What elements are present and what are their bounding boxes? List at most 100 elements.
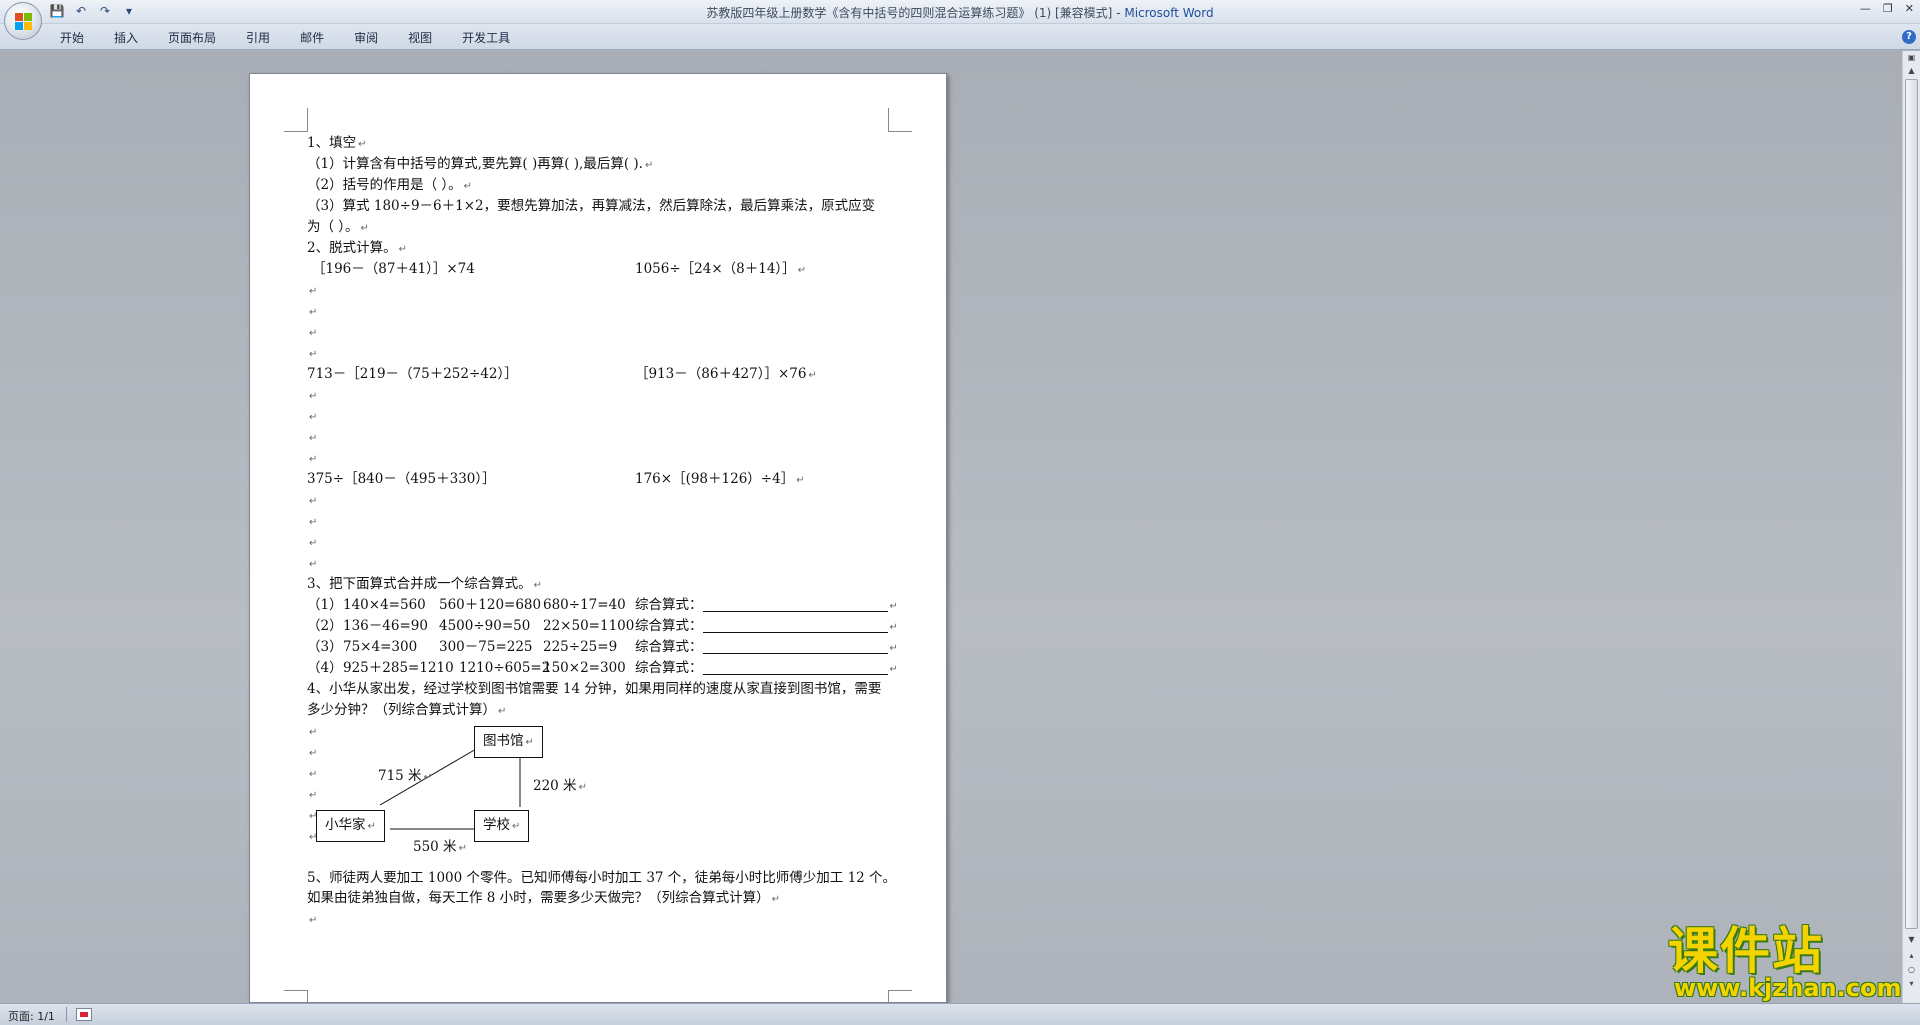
redo-icon[interactable]: ↷	[96, 3, 114, 19]
paragraph-mark: ↵	[309, 538, 318, 549]
q2-expression-1a: ［196－（87＋41）］×74	[312, 259, 475, 279]
quick-access-toolbar: 💾 ↶ ↷ ▾	[48, 3, 138, 19]
tab-review[interactable]: 审阅	[354, 29, 378, 46]
scrollbar-thumb[interactable]	[1905, 79, 1918, 929]
equation-b: 560＋120=680	[439, 597, 542, 613]
combined-formula-field[interactable]: 综合算式： ↵	[635, 658, 898, 680]
empty-paragraph: ↵	[307, 385, 317, 407]
expression-text: 176×［(98＋126）÷4］	[635, 471, 795, 487]
page-count[interactable]: 页面: 1/1	[8, 1008, 55, 1024]
q1-line4: 为（ ）。 ↵	[307, 217, 369, 239]
distance-school-library: 220 米 ↵	[533, 774, 587, 794]
home-box: 小华家 ↵	[316, 810, 385, 842]
watermark-text: 课件站	[1668, 922, 1824, 980]
row-number: （4）	[307, 660, 343, 676]
customize-qat-icon[interactable]: ▾	[120, 3, 138, 19]
restore-icon[interactable]: ❐	[1883, 2, 1893, 15]
paragraph-mark: ↵	[797, 265, 807, 276]
tab-view[interactable]: 视图	[408, 29, 432, 46]
q5-line1-text: 5、师徒两人要加工 1000 个零件。已知师傅每小时加工 37 个，徒弟每小时比…	[307, 870, 897, 886]
office-button[interactable]	[4, 2, 42, 40]
row-number: （2）	[307, 618, 343, 634]
tab-home[interactable]: 开始	[60, 29, 84, 46]
tab-page-layout[interactable]: 页面布局	[168, 29, 216, 46]
title-separator: -	[1112, 6, 1125, 20]
previous-page-icon[interactable]: ▴	[1905, 951, 1918, 963]
school-box: 学校 ↵	[474, 810, 530, 842]
paragraph-mark: ↵	[423, 772, 432, 783]
paragraph-mark: ↵	[889, 601, 898, 612]
empty-paragraph: ↵	[307, 448, 317, 470]
answer-blank[interactable]	[702, 600, 888, 612]
close-icon[interactable]: ✕	[1905, 2, 1914, 15]
proofing-icon[interactable]	[76, 1008, 92, 1021]
empty-paragraph: ↵	[307, 490, 317, 512]
undo-icon[interactable]: ↶	[72, 3, 90, 19]
paragraph-mark: ↵	[309, 559, 318, 570]
paragraph-mark: ↵	[578, 782, 587, 793]
empty-paragraph: ↵	[307, 301, 317, 323]
equation-b: 300－75=225	[439, 639, 533, 655]
paragraph-mark: ↵	[309, 517, 318, 528]
equation-c: 150×2=300	[543, 660, 626, 676]
watermark-url: www.kjzhan.com	[1674, 974, 1902, 1002]
help-icon[interactable]: ?	[1902, 30, 1916, 44]
scroll-down-icon[interactable]: ▼	[1905, 935, 1918, 947]
paragraph-mark: ↵	[463, 181, 473, 192]
empty-paragraph: ↵	[307, 721, 317, 743]
paragraph-mark: ↵	[309, 349, 318, 360]
combined-formula-field[interactable]: 综合算式： ↵	[635, 595, 898, 617]
paragraph-mark: ↵	[358, 139, 367, 150]
answer-blank[interactable]	[702, 642, 888, 654]
combined-formula-field[interactable]: 综合算式： ↵	[635, 616, 898, 638]
next-page-icon[interactable]: ▾	[1905, 979, 1918, 991]
q3-title-text: 3、把下面算式合并成一个综合算式。	[307, 576, 532, 592]
q2-expression-3b: 176×［(98＋126）÷4］ ↵	[635, 469, 805, 491]
q2-expression-3a: 375÷［840－（495＋330）］	[307, 469, 496, 489]
paragraph-mark: ↵	[309, 496, 318, 507]
tab-references[interactable]: 引用	[246, 29, 270, 46]
q1-line2-text: （2）括号的作用是（ ）。	[307, 177, 462, 193]
paragraph-mark: ↵	[512, 821, 521, 832]
ruler-toggle-icon[interactable]: ▣	[1905, 53, 1918, 65]
answer-blank[interactable]	[702, 663, 888, 675]
paragraph-mark: ↵	[458, 843, 467, 854]
minimize-icon[interactable]: —	[1860, 2, 1871, 15]
distance-text: 220 米	[533, 778, 577, 794]
scroll-up-icon[interactable]: ▲	[1905, 66, 1918, 78]
paragraph-mark: ↵	[498, 706, 507, 717]
ribbon: 开始 插入 页面布局 引用 邮件 审阅 视图 开发工具 ?	[0, 24, 1920, 50]
q2-title-text: 2、脱式计算。	[307, 240, 397, 256]
q1-line1-text: （1）计算含有中括号的算式,要先算( )再算( ),最后算( ).	[307, 156, 643, 172]
paragraph-mark: ↵	[644, 160, 654, 171]
save-icon[interactable]: 💾	[48, 3, 66, 19]
distance-home-school: 550 米 ↵	[413, 835, 467, 855]
answer-blank[interactable]	[702, 621, 888, 633]
paragraph-mark: ↵	[889, 643, 898, 654]
window-title: 苏教版四年级上册数学《含有中括号的四则混合运算练习题》 (1) [兼容模式] -…	[0, 4, 1920, 21]
vertical-scrollbar[interactable]: ▣ ▲ ▼ ▴ ○ ▾	[1902, 51, 1920, 1003]
paragraph-mark: ↵	[309, 328, 318, 339]
school-label: 学校	[483, 817, 510, 833]
tab-developer[interactable]: 开发工具	[462, 29, 510, 46]
document-page[interactable]: 1、填空 ↵ （1）计算含有中括号的算式,要先算( )再算( ),最后算( ). ↵…	[249, 73, 947, 1014]
q1-line4-text: 为（ ）。	[307, 219, 359, 235]
q1-line3: （3）算式 180÷9－6＋1×2，要想先算加法，再算减法，然后算除法，最后算乘…	[307, 196, 875, 216]
paragraph-mark: ↵	[796, 475, 805, 486]
margin-corner-mark	[888, 108, 912, 132]
combined-formula-label: 综合算式：	[635, 597, 703, 613]
paragraph-mark: ↵	[525, 737, 534, 748]
browse-object-icon[interactable]: ○	[1905, 965, 1918, 977]
combined-formula-field[interactable]: 综合算式： ↵	[635, 637, 898, 659]
q4-line2-text: 多少分钟？（列综合算式计算）	[307, 702, 496, 718]
q2-title: 2、脱式计算。 ↵	[307, 238, 407, 260]
empty-paragraph: ↵	[307, 784, 317, 806]
tab-insert[interactable]: 插入	[114, 29, 138, 46]
library-box: 图书馆 ↵	[474, 726, 543, 758]
combined-formula-label: 综合算式：	[635, 639, 703, 655]
equation-a: 925＋285=1210	[343, 660, 454, 676]
status-bar: 页面: 1/1	[0, 1003, 1920, 1025]
tab-mailings[interactable]: 邮件	[300, 29, 324, 46]
q2-expression-2b: ［913－（86＋427）］×76 ↵	[635, 364, 817, 386]
paragraph-mark: ↵	[398, 244, 407, 255]
